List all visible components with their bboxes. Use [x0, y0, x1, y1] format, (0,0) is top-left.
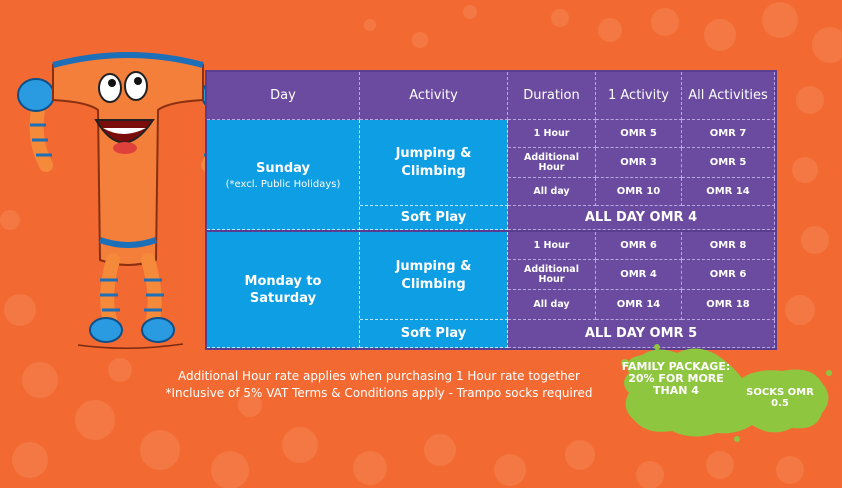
activity-weekday-jumping: Jumping & Climbing — [360, 232, 508, 320]
weekday-all-3: OMR 18 — [682, 290, 775, 320]
weekday-all-1: OMR 8 — [682, 232, 775, 260]
day-sunday-label: Sunday — [255, 160, 311, 176]
sunday-one-2: OMR 3 — [596, 148, 682, 178]
day-weekday: Monday to Saturday — [207, 232, 360, 348]
sunday-all-2: OMR 5 — [682, 148, 775, 178]
sunday-one-1: OMR 5 — [596, 120, 682, 148]
header-all-activities: All Activities — [682, 72, 775, 120]
pricing-table: Day Activity Duration 1 Activity All Act… — [205, 70, 777, 350]
header-duration: Duration — [508, 72, 596, 120]
weekday-one-1: OMR 6 — [596, 232, 682, 260]
header-activity: Activity — [360, 72, 508, 120]
weekday-one-3: OMR 14 — [596, 290, 682, 320]
day-sunday: Sunday (*excl. Public Holidays) — [207, 120, 360, 230]
day-weekday-label: Monday to Saturday — [244, 273, 322, 306]
weekday-one-2: OMR 4 — [596, 260, 682, 290]
family-package-badge: FAMILY PACKAGE: 20% FOR MORE THAN 4 — [621, 360, 731, 397]
sunday-one-3: OMR 10 — [596, 178, 682, 206]
socks-price-badge: SOCKS OMR 0.5 — [746, 387, 814, 409]
header-day: Day — [207, 72, 360, 120]
weekday-duration-1: 1 Hour — [508, 232, 596, 260]
day-sunday-note: (*excl. Public Holidays) — [225, 178, 341, 190]
sunday-softplay-price: ALL DAY OMR 4 — [508, 206, 775, 230]
weekday-all-2: OMR 6 — [682, 260, 775, 290]
weekday-duration-3: All day — [508, 290, 596, 320]
footnote-line-1: Additional Hour rate applies when purcha… — [178, 369, 580, 383]
sunday-all-1: OMR 7 — [682, 120, 775, 148]
activity-weekday-softplay: Soft Play — [360, 320, 508, 348]
weekday-duration-2: Additional Hour — [508, 260, 596, 290]
sunday-duration-1: 1 Hour — [508, 120, 596, 148]
sunday-duration-2: Additional Hour — [508, 148, 596, 178]
activity-sunday-jumping: Jumping & Climbing — [360, 120, 508, 206]
footnote-line-2: *Inclusive of 5% VAT Terms & Conditions … — [165, 386, 593, 400]
activity-sunday-softplay: Soft Play — [360, 206, 508, 230]
sunday-duration-3: All day — [508, 178, 596, 206]
header-one-activity: 1 Activity — [596, 72, 682, 120]
footnotes: Additional Hour rate applies when purcha… — [140, 368, 618, 402]
sunday-all-3: OMR 14 — [682, 178, 775, 206]
